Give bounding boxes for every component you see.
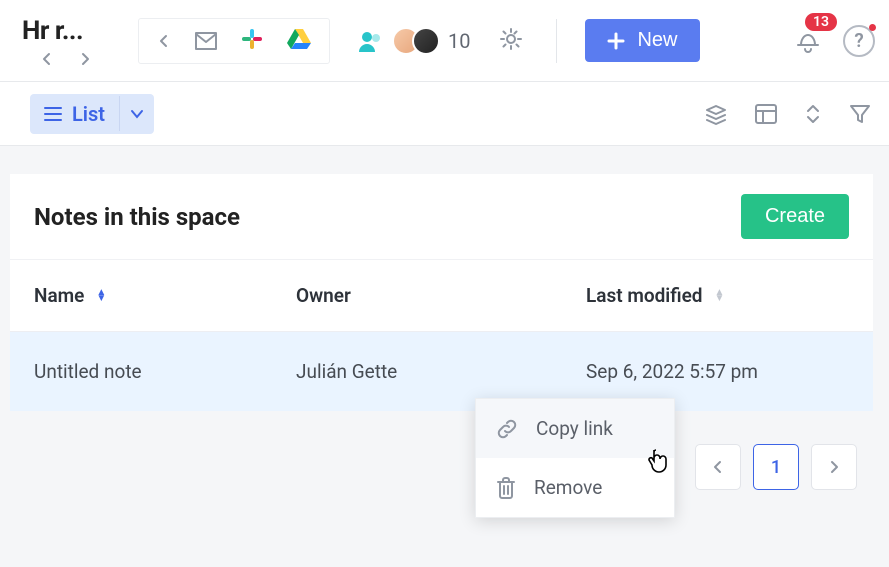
table-header: Name ▲▼ Owner Last modified ▲▼ bbox=[10, 260, 873, 332]
new-button[interactable]: New bbox=[585, 19, 699, 62]
layout-icon[interactable] bbox=[755, 104, 777, 124]
people-count: 10 bbox=[448, 29, 470, 53]
link-icon bbox=[496, 418, 518, 440]
th-name[interactable]: Name ▲▼ bbox=[34, 284, 296, 307]
view-bar: List bbox=[0, 82, 889, 146]
help-button[interactable]: ? bbox=[843, 25, 875, 57]
divider bbox=[556, 19, 557, 63]
cell-name: Untitled note bbox=[34, 360, 296, 383]
plus-icon bbox=[607, 32, 625, 50]
create-button[interactable]: Create bbox=[741, 194, 849, 239]
panel-title: Notes in this space bbox=[34, 203, 240, 231]
pagination: 1 bbox=[695, 444, 857, 490]
forward-icon[interactable] bbox=[78, 52, 92, 66]
notes-panel: Notes in this space Create Name ▲▼ Owner… bbox=[10, 174, 873, 411]
integration-bar bbox=[138, 18, 330, 64]
menu-remove[interactable]: Remove bbox=[476, 458, 674, 517]
context-menu: Copy link Remove bbox=[475, 398, 675, 518]
slack-icon[interactable] bbox=[241, 28, 263, 54]
sort-indicator-icon: ▲▼ bbox=[715, 290, 725, 302]
table-row[interactable]: Untitled note Julián Gette Sep 6, 2022 5… bbox=[10, 332, 873, 411]
mail-icon[interactable] bbox=[195, 32, 217, 50]
people-icon bbox=[358, 30, 384, 52]
cell-modified: Sep 6, 2022 5:57 pm bbox=[586, 360, 849, 383]
pager-prev[interactable] bbox=[695, 444, 741, 490]
list-icon bbox=[44, 107, 62, 121]
sort-indicator-icon: ▲▼ bbox=[96, 290, 106, 302]
back-icon[interactable] bbox=[40, 52, 54, 66]
view-label: List bbox=[72, 102, 105, 126]
people-group[interactable]: 10 bbox=[358, 27, 470, 55]
menu-remove-label: Remove bbox=[534, 476, 602, 499]
pager-next[interactable] bbox=[811, 444, 857, 490]
view-dropdown[interactable] bbox=[119, 96, 154, 131]
pager-page-1[interactable]: 1 bbox=[753, 444, 799, 490]
space-title: Hr r... bbox=[22, 16, 140, 46]
new-button-label: New bbox=[637, 29, 677, 52]
top-bar: Hr r... bbox=[0, 0, 889, 82]
view-switcher[interactable]: List bbox=[30, 94, 154, 134]
notifications-button[interactable]: 13 bbox=[795, 25, 821, 57]
menu-copy-link[interactable]: Copy link bbox=[476, 399, 674, 458]
notification-badge: 13 bbox=[805, 13, 837, 31]
sort-icon[interactable] bbox=[805, 103, 821, 125]
google-drive-icon[interactable] bbox=[287, 29, 311, 53]
filter-icon[interactable] bbox=[849, 103, 871, 125]
title-block: Hr r... bbox=[22, 16, 140, 66]
chevron-down-icon bbox=[130, 109, 144, 119]
settings-button[interactable] bbox=[498, 26, 524, 56]
avatar-pair bbox=[392, 27, 440, 55]
trash-icon bbox=[496, 477, 516, 499]
avatar bbox=[412, 27, 440, 55]
menu-copy-link-label: Copy link bbox=[536, 417, 613, 440]
th-owner[interactable]: Owner bbox=[296, 284, 586, 307]
th-modified[interactable]: Last modified ▲▼ bbox=[586, 284, 849, 307]
chevron-left-icon[interactable] bbox=[157, 34, 171, 48]
layers-icon[interactable] bbox=[705, 103, 727, 125]
cell-owner: Julián Gette bbox=[296, 360, 586, 383]
